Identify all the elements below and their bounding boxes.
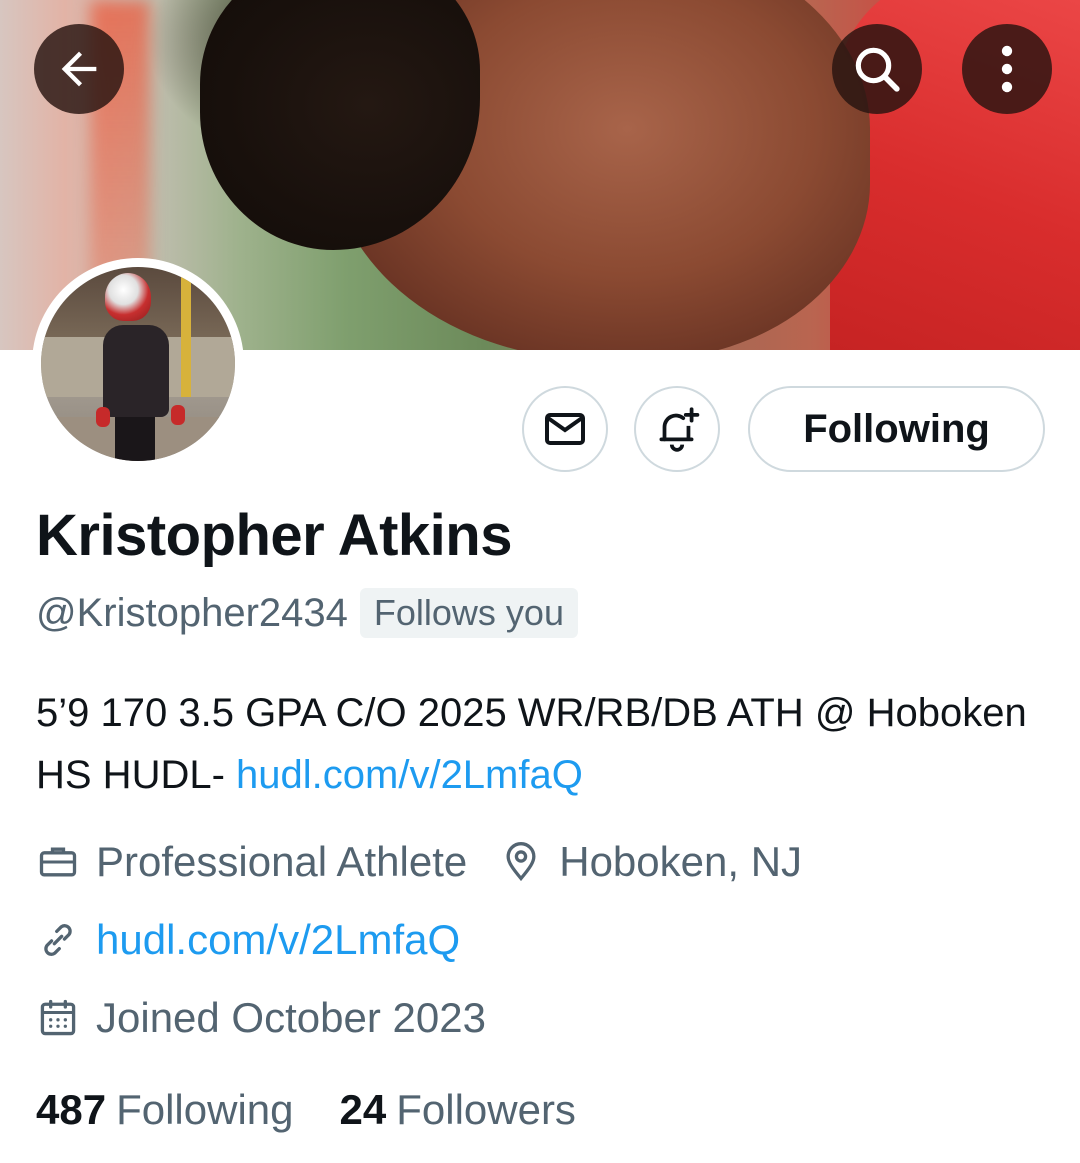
search-icon bbox=[855, 47, 900, 92]
bio-link[interactable]: hudl.com/v/2LmfaQ bbox=[236, 753, 583, 797]
back-button[interactable] bbox=[34, 24, 124, 114]
following-stat-label: Following bbox=[116, 1086, 294, 1133]
location-icon bbox=[499, 840, 543, 884]
follow-stats: 487 Following 24 Followers bbox=[36, 1086, 576, 1134]
briefcase-icon bbox=[36, 840, 80, 884]
following-button[interactable]: Following bbox=[748, 386, 1045, 472]
search-button[interactable] bbox=[832, 24, 922, 114]
more-button[interactable] bbox=[962, 24, 1052, 114]
profile-name: Kristopher Atkins bbox=[36, 503, 512, 568]
link-icon bbox=[36, 918, 80, 962]
joined-label: Joined October 2023 bbox=[96, 994, 486, 1041]
followers-count: 24 bbox=[339, 1086, 387, 1133]
followers-stat[interactable]: 24 Followers bbox=[340, 1086, 576, 1134]
location-label: Hoboken, NJ bbox=[559, 838, 803, 885]
message-button[interactable] bbox=[522, 386, 608, 472]
profession-label: Professional Athlete bbox=[96, 838, 468, 885]
avatar-image bbox=[41, 267, 235, 461]
arrow-left-icon bbox=[61, 51, 97, 87]
follows-you-badge: Follows you bbox=[359, 588, 578, 638]
profile-handle: @Kristopher2434 bbox=[36, 590, 348, 635]
envelope-icon bbox=[545, 413, 585, 445]
calendar-icon bbox=[36, 996, 80, 1040]
avatar[interactable] bbox=[32, 258, 244, 470]
handle-row: @Kristopher2434 Follows you bbox=[36, 588, 578, 638]
website-row[interactable]: hudl.com/v/2LmfaQ bbox=[36, 916, 460, 964]
joined-row: Joined October 2023 bbox=[36, 994, 486, 1042]
bell-plus-icon bbox=[659, 407, 700, 452]
followers-stat-label: Followers bbox=[396, 1086, 576, 1133]
following-count: 487 bbox=[36, 1086, 107, 1133]
notifications-button[interactable] bbox=[634, 386, 720, 472]
more-vertical-icon bbox=[1001, 45, 1013, 93]
profession-row: Professional Athlete Hoboken, NJ bbox=[36, 838, 802, 886]
following-stat[interactable]: 487 Following bbox=[36, 1086, 294, 1134]
website-link[interactable]: hudl.com/v/2LmfaQ bbox=[96, 916, 460, 964]
profile-bio: 5’9 170 3.5 GPA C/O 2025 WR/RB/DB ATH @ … bbox=[36, 682, 1046, 806]
